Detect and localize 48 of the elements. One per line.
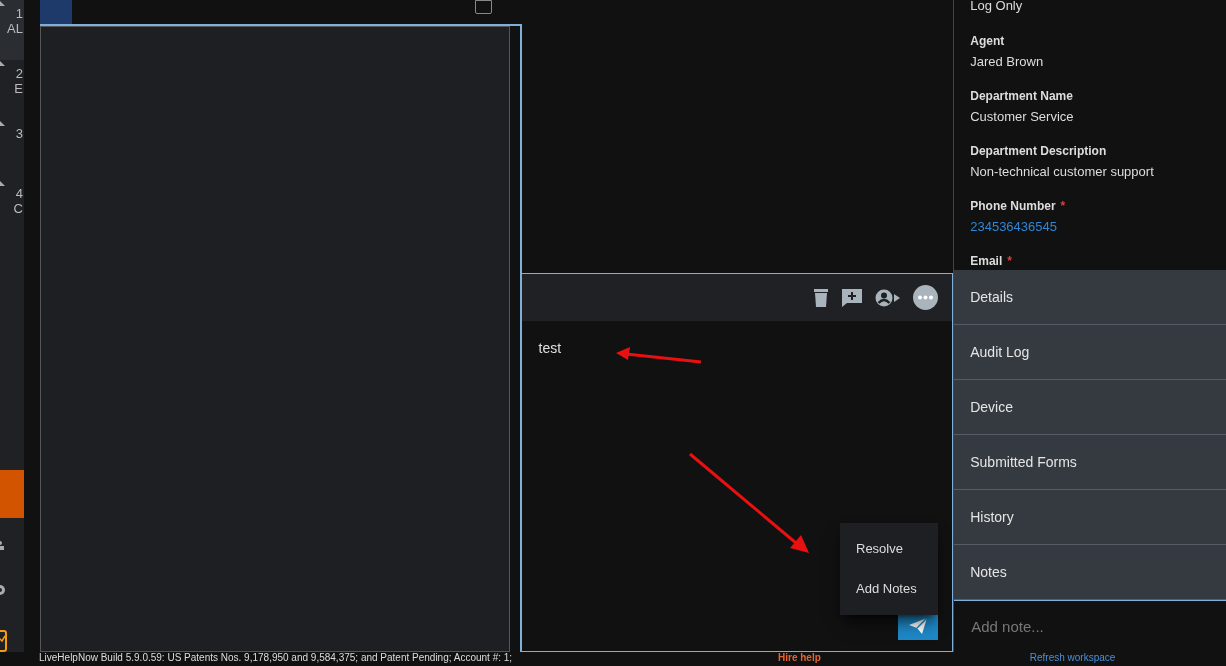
required-mark: * [1060,198,1066,214]
sidebar-item[interactable]: 3 [0,120,24,180]
field-value: Log Only [970,0,1024,13]
field-label: Department Name [970,88,1073,104]
accordion-section[interactable]: Notes [954,545,1226,600]
paper-plane-icon [908,616,929,635]
field-value: Customer Service [970,109,1075,125]
item-label: C [13,201,23,216]
item-label: AL [7,21,23,36]
phone-link[interactable]: 234536436545 [970,219,1210,235]
required-mark: * [1007,253,1012,269]
menu-item[interactable]: Resolve [840,529,938,569]
build-info: LiveHelpNow Build 5.9.0.59: US Patents Nos. 9,178,950 and 9,584,375; and Patent Pending; Account #: 1; [39,652,514,664]
accordion-section[interactable]: Details [954,270,1226,325]
item-number: 1 [15,6,23,21]
field-label: Agent [970,33,1005,49]
caret-icon [0,180,6,186]
item-number: 2 [15,66,23,81]
item-label: E [14,81,23,96]
field-value: Non-technical customer support [970,164,1155,180]
message-text: test [538,339,562,358]
field-value: Jared Brown [970,54,1045,70]
sidebar-item[interactable]: 1 AL [0,0,24,60]
field-label: Department Description [970,143,1107,159]
accordion-section[interactable]: Audit Log [954,325,1226,380]
more-icon[interactable] [913,285,939,310]
trash-icon[interactable] [813,287,830,308]
gear-icon[interactable] [0,584,6,596]
sidebar-item[interactable]: 2 E [0,60,24,120]
checklist-icon[interactable] [0,630,8,652]
sidebar-item[interactable]: 4 C [0,180,24,240]
accordion-section[interactable]: Submitted Forms [954,435,1226,490]
menu-item[interactable]: Add Notes [840,569,938,609]
person-icon[interactable] [0,540,4,550]
checkbox[interactable] [474,0,492,14]
accordion-section[interactable]: Device [954,380,1226,435]
person-arrow-icon[interactable] [875,288,902,307]
item-number: 4 [15,186,23,201]
item-number: 3 [15,126,23,141]
sidebar-active-block [0,470,24,518]
caret-icon [0,120,6,126]
accordion-section[interactable]: History [954,490,1226,545]
field-label: Email [970,253,1003,269]
caret-icon [0,0,6,6]
field-label: Phone Number [970,198,1056,214]
refresh-workspace-link[interactable]: Refresh workspace [1029,652,1116,664]
add-comment-icon[interactable] [841,287,864,308]
hire-help-link[interactable]: Hire help [778,652,821,664]
